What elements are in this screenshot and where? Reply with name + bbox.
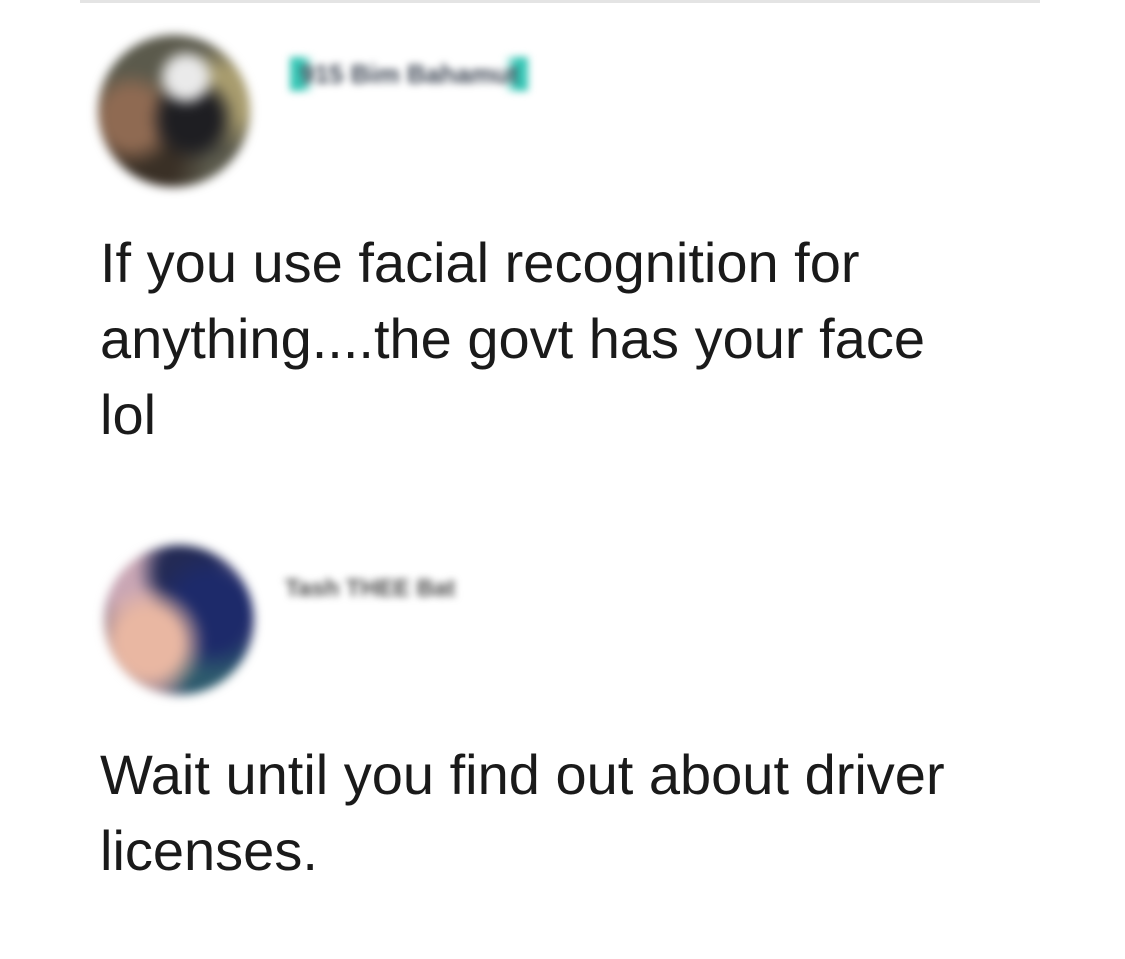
user-avatar[interactable] (98, 35, 250, 187)
top-divider (80, 0, 1040, 3)
author-name[interactable]: 915 Bim Bahamut (290, 57, 529, 91)
comment-text: If you use facial recognition for anythi… (100, 231, 925, 446)
author-name[interactable]: Tash THEE Bat (285, 577, 455, 601)
comment-text: Wait until you find out about driver lic… (100, 743, 945, 882)
user-avatar[interactable] (104, 545, 254, 695)
